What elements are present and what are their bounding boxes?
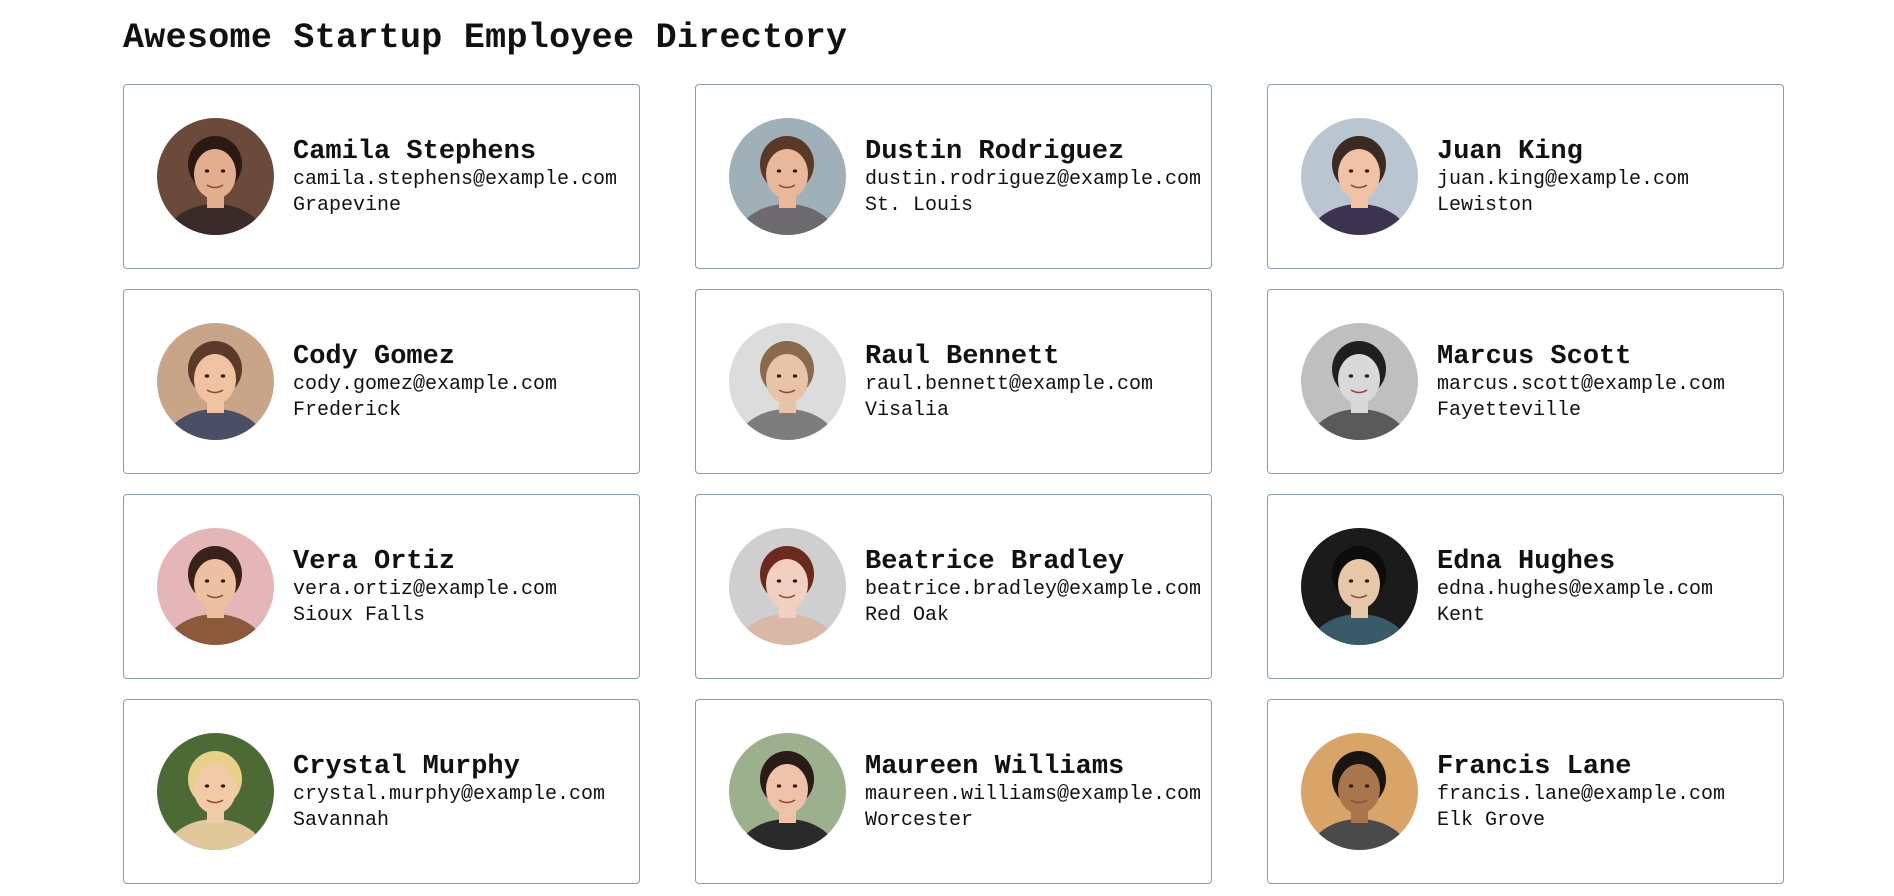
employee-avatar <box>157 528 274 645</box>
employee-city: Sioux Falls <box>293 603 426 627</box>
employee-email: cody.gomez@example.com <box>293 372 558 396</box>
employee-info: Francis Lane francis.lane@example.com Elk … <box>1437 750 1725 834</box>
employee-name: Vera Ortiz <box>293 546 456 577</box>
employee-avatar <box>1301 118 1418 235</box>
employee-info: Cody Gomez cody.gomez@example.com Frederic… <box>293 340 557 424</box>
employee-info: Vera Ortiz vera.ortiz@example.com Sioux Fa… <box>293 545 557 629</box>
employee-card[interactable]: Cody Gomez cody.gomez@example.com Frederic… <box>123 289 640 474</box>
employee-info: Dustin Rodriguez dustin.rodriguez@example… <box>865 135 1201 219</box>
employee-email: dustin.rodriguez@example.com <box>865 167 1202 191</box>
employee-name: Edna Hughes <box>1437 546 1616 577</box>
employee-name: Francis Lane <box>1437 751 1632 782</box>
employee-city: Red Oak <box>865 603 950 627</box>
employee-name: Juan King <box>1437 136 1583 167</box>
employee-avatar <box>1301 733 1418 850</box>
page-title: Awesome Startup Employee Directory <box>123 18 848 58</box>
employee-info: Raul Bennett raul.bennett@example.com Visa… <box>865 340 1153 424</box>
employee-email: marcus.scott@example.com <box>1437 372 1726 396</box>
employee-name: Raul Bennett <box>865 341 1060 372</box>
employee-avatar <box>729 118 846 235</box>
employee-card[interactable]: Camila Stephens camila.stephens@example.c… <box>123 84 640 269</box>
employee-info: Juan King juan.king@example.com Lewiston <box>1437 135 1689 219</box>
employee-card[interactable]: Raul Bennett raul.bennett@example.com Visa… <box>695 289 1212 474</box>
employee-card[interactable]: Francis Lane francis.lane@example.com Elk … <box>1267 699 1784 884</box>
employee-name: Dustin Rodriguez <box>865 136 1125 167</box>
employee-city: Visalia <box>865 398 950 422</box>
employee-city: Savannah <box>293 808 390 832</box>
employee-info: Beatrice Bradley beatrice.bradley@example… <box>865 545 1201 629</box>
employee-email: maureen.williams@example.com <box>865 782 1202 806</box>
employee-card[interactable]: Crystal Murphy crystal.murphy@example.com… <box>123 699 640 884</box>
employee-name: Crystal Murphy <box>293 751 520 782</box>
employee-email: raul.bennett@example.com <box>865 372 1154 396</box>
employee-email: francis.lane@example.com <box>1437 782 1726 806</box>
employee-card[interactable]: Marcus Scott marcus.scott@example.com Faye… <box>1267 289 1784 474</box>
employee-card[interactable]: Beatrice Bradley beatrice.bradley@example… <box>695 494 1212 679</box>
employee-card[interactable]: Edna Hughes edna.hughes@example.com Kent <box>1267 494 1784 679</box>
employee-info: Marcus Scott marcus.scott@example.com Faye… <box>1437 340 1725 424</box>
employee-card[interactable]: Maureen Williams maureen.williams@example… <box>695 699 1212 884</box>
employee-city: Lewiston <box>1437 193 1534 217</box>
employee-grid: Camila Stephens camila.stephens@example.c… <box>123 84 1784 884</box>
employee-email: juan.king@example.com <box>1437 167 1690 191</box>
employee-avatar <box>1301 528 1418 645</box>
employee-info: Maureen Williams maureen.williams@example… <box>865 750 1201 834</box>
employee-avatar <box>1301 323 1418 440</box>
employee-avatar <box>729 733 846 850</box>
employee-email: edna.hughes@example.com <box>1437 577 1714 601</box>
employee-card[interactable]: Vera Ortiz vera.ortiz@example.com Sioux Fa… <box>123 494 640 679</box>
employee-avatar <box>157 323 274 440</box>
employee-info: Crystal Murphy crystal.murphy@example.com… <box>293 750 605 834</box>
employee-name: Beatrice Bradley <box>865 546 1125 577</box>
employee-email: vera.ortiz@example.com <box>293 577 558 601</box>
employee-email: beatrice.bradley@example.com <box>865 577 1202 601</box>
employee-avatar <box>729 323 846 440</box>
employee-avatar <box>157 118 274 235</box>
employee-city: Fayetteville <box>1437 398 1582 422</box>
employee-email: crystal.murphy@example.com <box>293 782 606 806</box>
employee-card[interactable]: Dustin Rodriguez dustin.rodriguez@example… <box>695 84 1212 269</box>
employee-name: Marcus Scott <box>1437 341 1632 372</box>
employee-info: Edna Hughes edna.hughes@example.com Kent <box>1437 545 1713 629</box>
employee-name: Camila Stephens <box>293 136 537 167</box>
employee-city: St. Louis <box>865 193 974 217</box>
employee-city: Worcester <box>865 808 974 832</box>
employee-email: camila.stephens@example.com <box>293 167 618 191</box>
employee-city: Kent <box>1437 603 1486 627</box>
employee-city: Grapevine <box>293 193 402 217</box>
employee-name: Maureen Williams <box>865 751 1125 782</box>
employee-avatar <box>157 733 274 850</box>
employee-city: Frederick <box>293 398 402 422</box>
employee-avatar <box>729 528 846 645</box>
employee-info: Camila Stephens camila.stephens@example.c… <box>293 135 617 219</box>
employee-card[interactable]: Juan King juan.king@example.com Lewiston <box>1267 84 1784 269</box>
employee-name: Cody Gomez <box>293 341 456 372</box>
employee-city: Elk Grove <box>1437 808 1546 832</box>
